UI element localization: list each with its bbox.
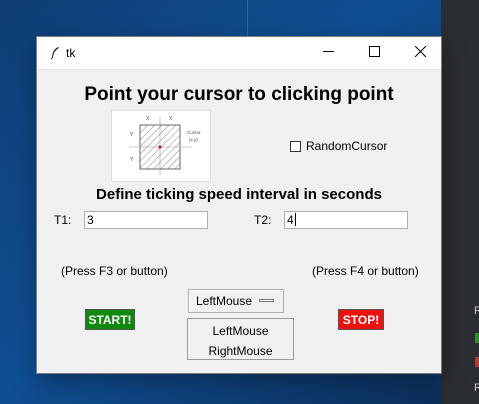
random-cursor-label: RandomCursor [306, 139, 388, 153]
window-content: Point your cursor to clicking point X X … [37, 70, 441, 374]
close-button[interactable] [397, 37, 443, 69]
background-green-indicator [475, 333, 479, 343]
dropdown-option-leftmouse[interactable]: LeftMouse [188, 324, 293, 338]
start-hint: (Press F3 or button) [61, 264, 168, 278]
t1-input[interactable]: 3 [84, 211, 208, 229]
background-app-strip: R R [441, 0, 479, 404]
background-red-indicator [475, 357, 479, 367]
background-letter-r: R [474, 305, 479, 317]
t2-label: T2: [254, 213, 272, 227]
minimize-icon [322, 44, 334, 62]
stop-button[interactable]: STOP! [338, 309, 384, 330]
page-title: Point your cursor to clicking point [84, 84, 394, 105]
start-button[interactable]: START! [85, 309, 135, 330]
dropdown-option-rightmouse[interactable]: RightMouse [188, 344, 293, 358]
desktop-line [247, 0, 248, 37]
minimize-button[interactable] [305, 37, 351, 69]
diagram-label-y: Y [130, 157, 134, 163]
mouse-button-select[interactable]: LeftMouse [188, 289, 284, 313]
random-cursor-checkbox[interactable]: RandomCursor [290, 139, 387, 153]
text-caret [294, 213, 296, 226]
stop-hint: (Press F4 or button) [312, 264, 419, 278]
window-title: tk [66, 46, 76, 60]
diagram-label-cursor: Cursor [187, 130, 201, 135]
maximize-icon [368, 44, 380, 62]
maximize-button[interactable] [351, 37, 397, 69]
mouse-button-selected: LeftMouse [196, 294, 253, 308]
checkbox-icon[interactable] [290, 140, 301, 152]
t2-input[interactable]: 4 [284, 211, 408, 229]
background-letter-r: R [474, 382, 479, 394]
mouse-button-dropdown: LeftMouse RightMouse [187, 318, 294, 360]
diagram-label-x: X [146, 116, 150, 122]
diagram-label-y: Y [130, 132, 134, 138]
cursor-diagram: X X Y Y Cursor (x,y) [111, 110, 211, 182]
speed-heading: Define ticking speed interval in seconds [96, 186, 382, 203]
desktop-background: R R tk Point your cursor to clicking poi… [0, 0, 479, 404]
t1-value: 3 [87, 213, 94, 227]
title-bar[interactable]: tk [37, 37, 441, 70]
diagram-label-coords: (x,y) [189, 137, 198, 142]
t2-value: 4 [287, 213, 294, 227]
t1-label: T1: [54, 213, 72, 227]
feather-icon [49, 46, 61, 60]
cursor-point [158, 145, 162, 149]
tk-window: tk Point your cursor to clicking point X… [37, 37, 441, 373]
diagram-label-x: X [169, 116, 173, 122]
close-icon [414, 44, 426, 62]
dropdown-indicator-icon [259, 299, 274, 302]
